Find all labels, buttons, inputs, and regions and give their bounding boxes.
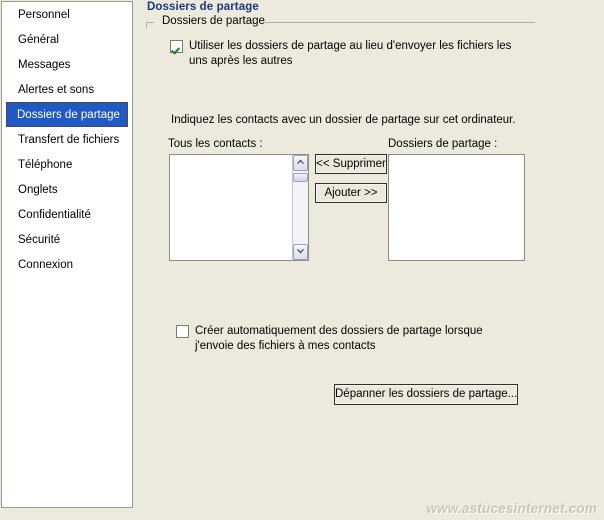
instruction-text: Indiquez les contacts avec un dossier de…	[171, 114, 516, 126]
shared-folders-label: Dossiers de partage :	[388, 138, 498, 150]
group-box-label: Dossiers de partage	[159, 15, 268, 27]
all-contacts-listbox[interactable]	[169, 154, 309, 261]
watermark: www.astucesinternet.com	[426, 501, 597, 516]
group-box-line-right	[264, 22, 535, 23]
all-contacts-label: Tous les contacts :	[168, 138, 263, 150]
sidebar-item-personnel[interactable]: Personnel	[6, 2, 128, 27]
sidebar-item-dossiers-de-partage[interactable]: Dossiers de partage	[6, 102, 128, 127]
troubleshoot-shared-folders-button[interactable]: Dépanner les dossiers de partage...	[334, 384, 518, 405]
scroll-down-arrow-icon[interactable]	[293, 244, 308, 260]
use-shared-folders-checkbox-row[interactable]: Utiliser les dossiers de partage au lieu…	[170, 39, 520, 69]
sidebar-item-onglets[interactable]: Onglets	[6, 177, 128, 202]
auto-create-folders-checkbox-label: Créer automatiquement des dossiers de pa…	[195, 325, 483, 352]
sidebar-item-confidentialite[interactable]: Confidentialité	[6, 202, 128, 227]
sidebar-item-connexion[interactable]: Connexion	[6, 252, 128, 277]
scroll-thumb[interactable]	[293, 173, 308, 182]
checkbox-unchecked-icon[interactable]	[176, 325, 189, 338]
remove-button[interactable]: << Supprimer	[315, 154, 387, 174]
add-button[interactable]: Ajouter >>	[315, 183, 387, 203]
sidebar-item-messages[interactable]: Messages	[6, 52, 128, 77]
settings-sidebar: Personnel Général Messages Alertes et so…	[1, 1, 133, 508]
sidebar-item-telephone[interactable]: Téléphone	[6, 152, 128, 177]
all-contacts-scrollbar[interactable]	[292, 155, 308, 260]
settings-content-pane: Dossiers de partage Dossiers de partage …	[139, 0, 604, 520]
sidebar-item-alertes-et-sons[interactable]: Alertes et sons	[6, 77, 128, 102]
group-box-line-left	[146, 22, 154, 23]
sidebar-item-securite[interactable]: Sécurité	[6, 227, 128, 252]
scroll-up-arrow-icon[interactable]	[293, 155, 308, 171]
shared-folders-listbox[interactable]	[388, 154, 525, 261]
auto-create-folders-checkbox-row[interactable]: Créer automatiquement des dossiers de pa…	[176, 324, 516, 354]
checkbox-checked-icon[interactable]	[170, 40, 183, 53]
sidebar-item-transfert-de-fichiers[interactable]: Transfert de fichiers	[6, 127, 128, 152]
sidebar-item-list: Personnel Général Messages Alertes et so…	[2, 2, 132, 277]
sidebar-item-general[interactable]: Général	[6, 27, 128, 52]
use-shared-folders-checkbox-label: Utiliser les dossiers de partage au lieu…	[189, 40, 512, 67]
